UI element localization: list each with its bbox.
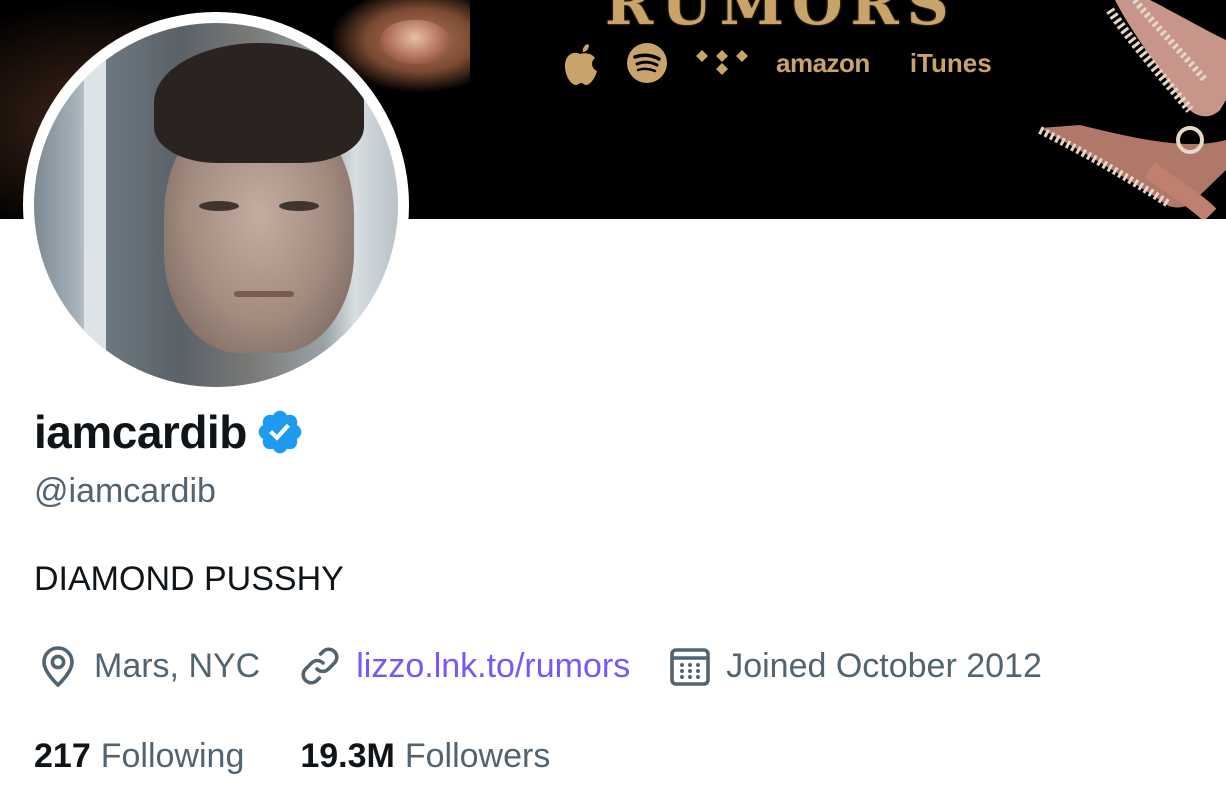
- avatar-hair: [154, 43, 364, 163]
- handle: @iamcardib: [34, 472, 216, 510]
- avatar-window-frame: [84, 23, 106, 387]
- bio: DIAMOND PUSSHY: [34, 560, 344, 598]
- followers-count: 19.3M: [300, 736, 395, 775]
- amazon-logo: amazon: [776, 47, 870, 78]
- location-text: Mars, NYC: [94, 646, 261, 685]
- avatar-eye-left: [199, 201, 239, 211]
- calendar-icon: [670, 648, 711, 686]
- joined-item: Joined October 2012: [666, 642, 1042, 690]
- map-pin-icon: [42, 646, 74, 688]
- following-link[interactable]: 217 Following: [34, 737, 244, 776]
- display-name-row: iamcardib: [34, 402, 305, 462]
- avatar-mouth: [234, 291, 294, 297]
- followers-label: Followers: [404, 736, 551, 775]
- website-link[interactable]: lizzo.lnk.to/rumors: [356, 647, 630, 686]
- follow-stats: 217 Following 19.3M Followers: [34, 730, 550, 782]
- profile-meta: Mars, NYC lizzo.lnk.to/rumors Joined Oct…: [34, 640, 1078, 692]
- store-logos: amazon iTunes: [560, 38, 992, 88]
- spotify-icon: [626, 42, 668, 84]
- joined-text: Joined October 2012: [726, 646, 1042, 685]
- link-icon: [301, 647, 339, 685]
- tidal-icon: [694, 48, 750, 78]
- banner-lips-graphic: [380, 20, 450, 64]
- display-name: iamcardib: [34, 406, 247, 458]
- followers-link[interactable]: 19.3M Followers: [300, 737, 550, 776]
- following-count: 217: [34, 736, 91, 775]
- avatar-border: [23, 12, 409, 398]
- banner-title: RUMORS: [605, 0, 957, 38]
- verified-badge-icon[interactable]: [255, 407, 305, 457]
- location-item: Mars, NYC: [34, 642, 260, 690]
- website-item: lizzo.lnk.to/rumors: [296, 642, 630, 690]
- banner-nails-graphic: [1038, 0, 1226, 219]
- avatar-eye-right: [279, 201, 319, 211]
- following-label: Following: [100, 736, 245, 775]
- itunes-logo: iTunes: [909, 47, 992, 78]
- apple-icon: [560, 38, 600, 88]
- avatar[interactable]: [34, 23, 398, 387]
